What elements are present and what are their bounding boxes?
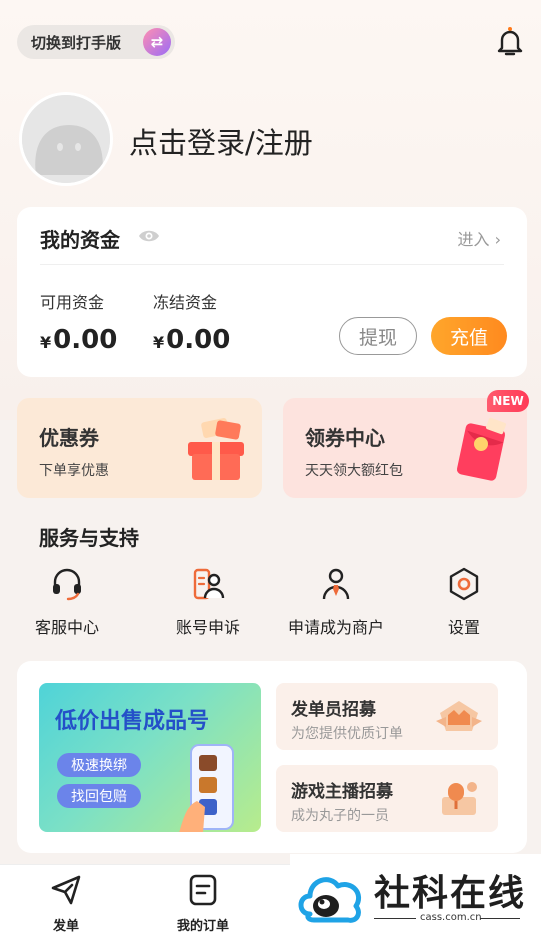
banner-tag-fast-rebind: 极速换绑 bbox=[57, 753, 141, 777]
banner-card: 低价出售成品号 极速换绑 找回包赔 发单员招募 为您提供优质订单 游戏主播招募 … bbox=[17, 661, 527, 853]
services-title: 服务与支持 bbox=[39, 526, 139, 550]
avatar[interactable] bbox=[19, 92, 113, 186]
frozen-funds-label: 冻结资金 bbox=[153, 293, 218, 312]
order-list-icon bbox=[189, 874, 217, 906]
gift-box-icon bbox=[188, 418, 244, 480]
watermark-logo bbox=[298, 877, 362, 923]
service-customer-center[interactable]: 客服中心 bbox=[12, 566, 122, 638]
new-badge: NEW bbox=[487, 390, 529, 412]
headset-icon bbox=[53, 568, 81, 601]
merchant-icon bbox=[322, 568, 350, 600]
service-label: 客服中心 bbox=[34, 618, 99, 637]
crown-badge-icon bbox=[436, 701, 482, 731]
tab-label: 发单 bbox=[52, 919, 79, 934]
coupon-subtitle: 下单享优惠 bbox=[39, 463, 109, 479]
bell-icon[interactable] bbox=[495, 26, 525, 58]
login-register-link[interactable]: 点击登录/注册 bbox=[129, 120, 313, 162]
available-funds-label: 可用资金 bbox=[40, 293, 105, 312]
recharge-button[interactable]: 充值 bbox=[431, 317, 507, 355]
funds-enter-link[interactable]: 进入 › bbox=[458, 226, 502, 250]
withdraw-button[interactable]: 提现 bbox=[339, 317, 417, 355]
available-funds: 可用资金 ¥0.00 bbox=[40, 289, 117, 355]
coupon-center-title: 领券中心 bbox=[305, 426, 385, 450]
watermark-text: 社科在线 bbox=[374, 873, 527, 914]
paper-plane-icon bbox=[51, 875, 81, 905]
frozen-funds-value: 0.00 bbox=[166, 325, 231, 355]
available-funds-amount: ¥0.00 bbox=[40, 325, 117, 355]
service-label: 账号申诉 bbox=[175, 618, 240, 637]
coupon-center-subtitle: 天天领大额红包 bbox=[305, 463, 403, 479]
recruit-title: 游戏主播招募 bbox=[291, 782, 393, 802]
order-dispatcher-recruit-card[interactable]: 发单员招募 为您提供优质订单 bbox=[276, 683, 498, 750]
watermark-divider bbox=[374, 918, 416, 919]
streamer-microphone-icon bbox=[442, 782, 477, 815]
currency-symbol: ¥ bbox=[153, 333, 165, 352]
account-appeal-icon bbox=[193, 568, 225, 600]
sell-accounts-banner[interactable]: 低价出售成品号 极速换绑 找回包赔 bbox=[39, 683, 261, 832]
banner-headline: 低价出售成品号 bbox=[55, 709, 210, 734]
banner-tag-recovery-guarantee: 找回包赔 bbox=[57, 784, 141, 808]
settings-icon bbox=[449, 567, 479, 601]
funds-card: 我的资金 进入 › 可用资金 ¥0.00 冻结资金 ¥0.00 提现 充值 bbox=[17, 207, 527, 377]
tab-place-order[interactable]: 发单 bbox=[26, 873, 106, 934]
tab-label: 我的订单 bbox=[176, 919, 229, 934]
service-account-appeal[interactable]: 账号申诉 bbox=[153, 566, 263, 638]
frozen-funds: 冻结资金 ¥0.00 bbox=[153, 289, 230, 355]
top-bar: 切换到打手版 ⇄ bbox=[0, 0, 541, 80]
recruit-subtitle: 为您提供优质订单 bbox=[291, 726, 403, 742]
watermark-divider bbox=[480, 918, 520, 919]
eye-icon[interactable] bbox=[138, 228, 160, 244]
watermark: 社科在线 cass.com.cn bbox=[290, 854, 541, 934]
funds-title: 我的资金 bbox=[40, 228, 120, 252]
service-label: 设置 bbox=[447, 618, 480, 637]
game-streamer-recruit-card[interactable]: 游戏主播招募 成为丸子的一员 bbox=[276, 765, 498, 832]
service-become-merchant[interactable]: 申请成为商户 bbox=[281, 566, 391, 638]
switch-version-button[interactable]: 切换到打手版 ⇄ bbox=[17, 25, 175, 59]
service-label: 申请成为商户 bbox=[287, 618, 384, 637]
coupon-card[interactable]: 优惠券 下单享优惠 bbox=[17, 398, 262, 498]
coupon-center-card[interactable]: 领券中心 天天领大额红包 NEW bbox=[283, 390, 529, 498]
red-envelope-icon bbox=[456, 417, 506, 481]
divider bbox=[40, 264, 504, 265]
available-funds-value: 0.00 bbox=[53, 325, 118, 355]
tab-my-orders[interactable]: 我的订单 bbox=[163, 873, 243, 934]
currency-symbol: ¥ bbox=[40, 333, 52, 352]
service-settings[interactable]: 设置 bbox=[409, 566, 519, 638]
phone-in-hand-icon bbox=[179, 744, 234, 832]
switch-version-label: 切换到打手版 bbox=[31, 33, 122, 52]
swap-icon: ⇄ bbox=[143, 28, 171, 56]
watermark-url: cass.com.cn bbox=[420, 912, 482, 923]
coupon-title: 优惠券 bbox=[39, 426, 99, 450]
frozen-funds-amount: ¥0.00 bbox=[153, 325, 230, 355]
recruit-title: 发单员招募 bbox=[291, 700, 376, 720]
recruit-subtitle: 成为丸子的一员 bbox=[291, 808, 389, 824]
